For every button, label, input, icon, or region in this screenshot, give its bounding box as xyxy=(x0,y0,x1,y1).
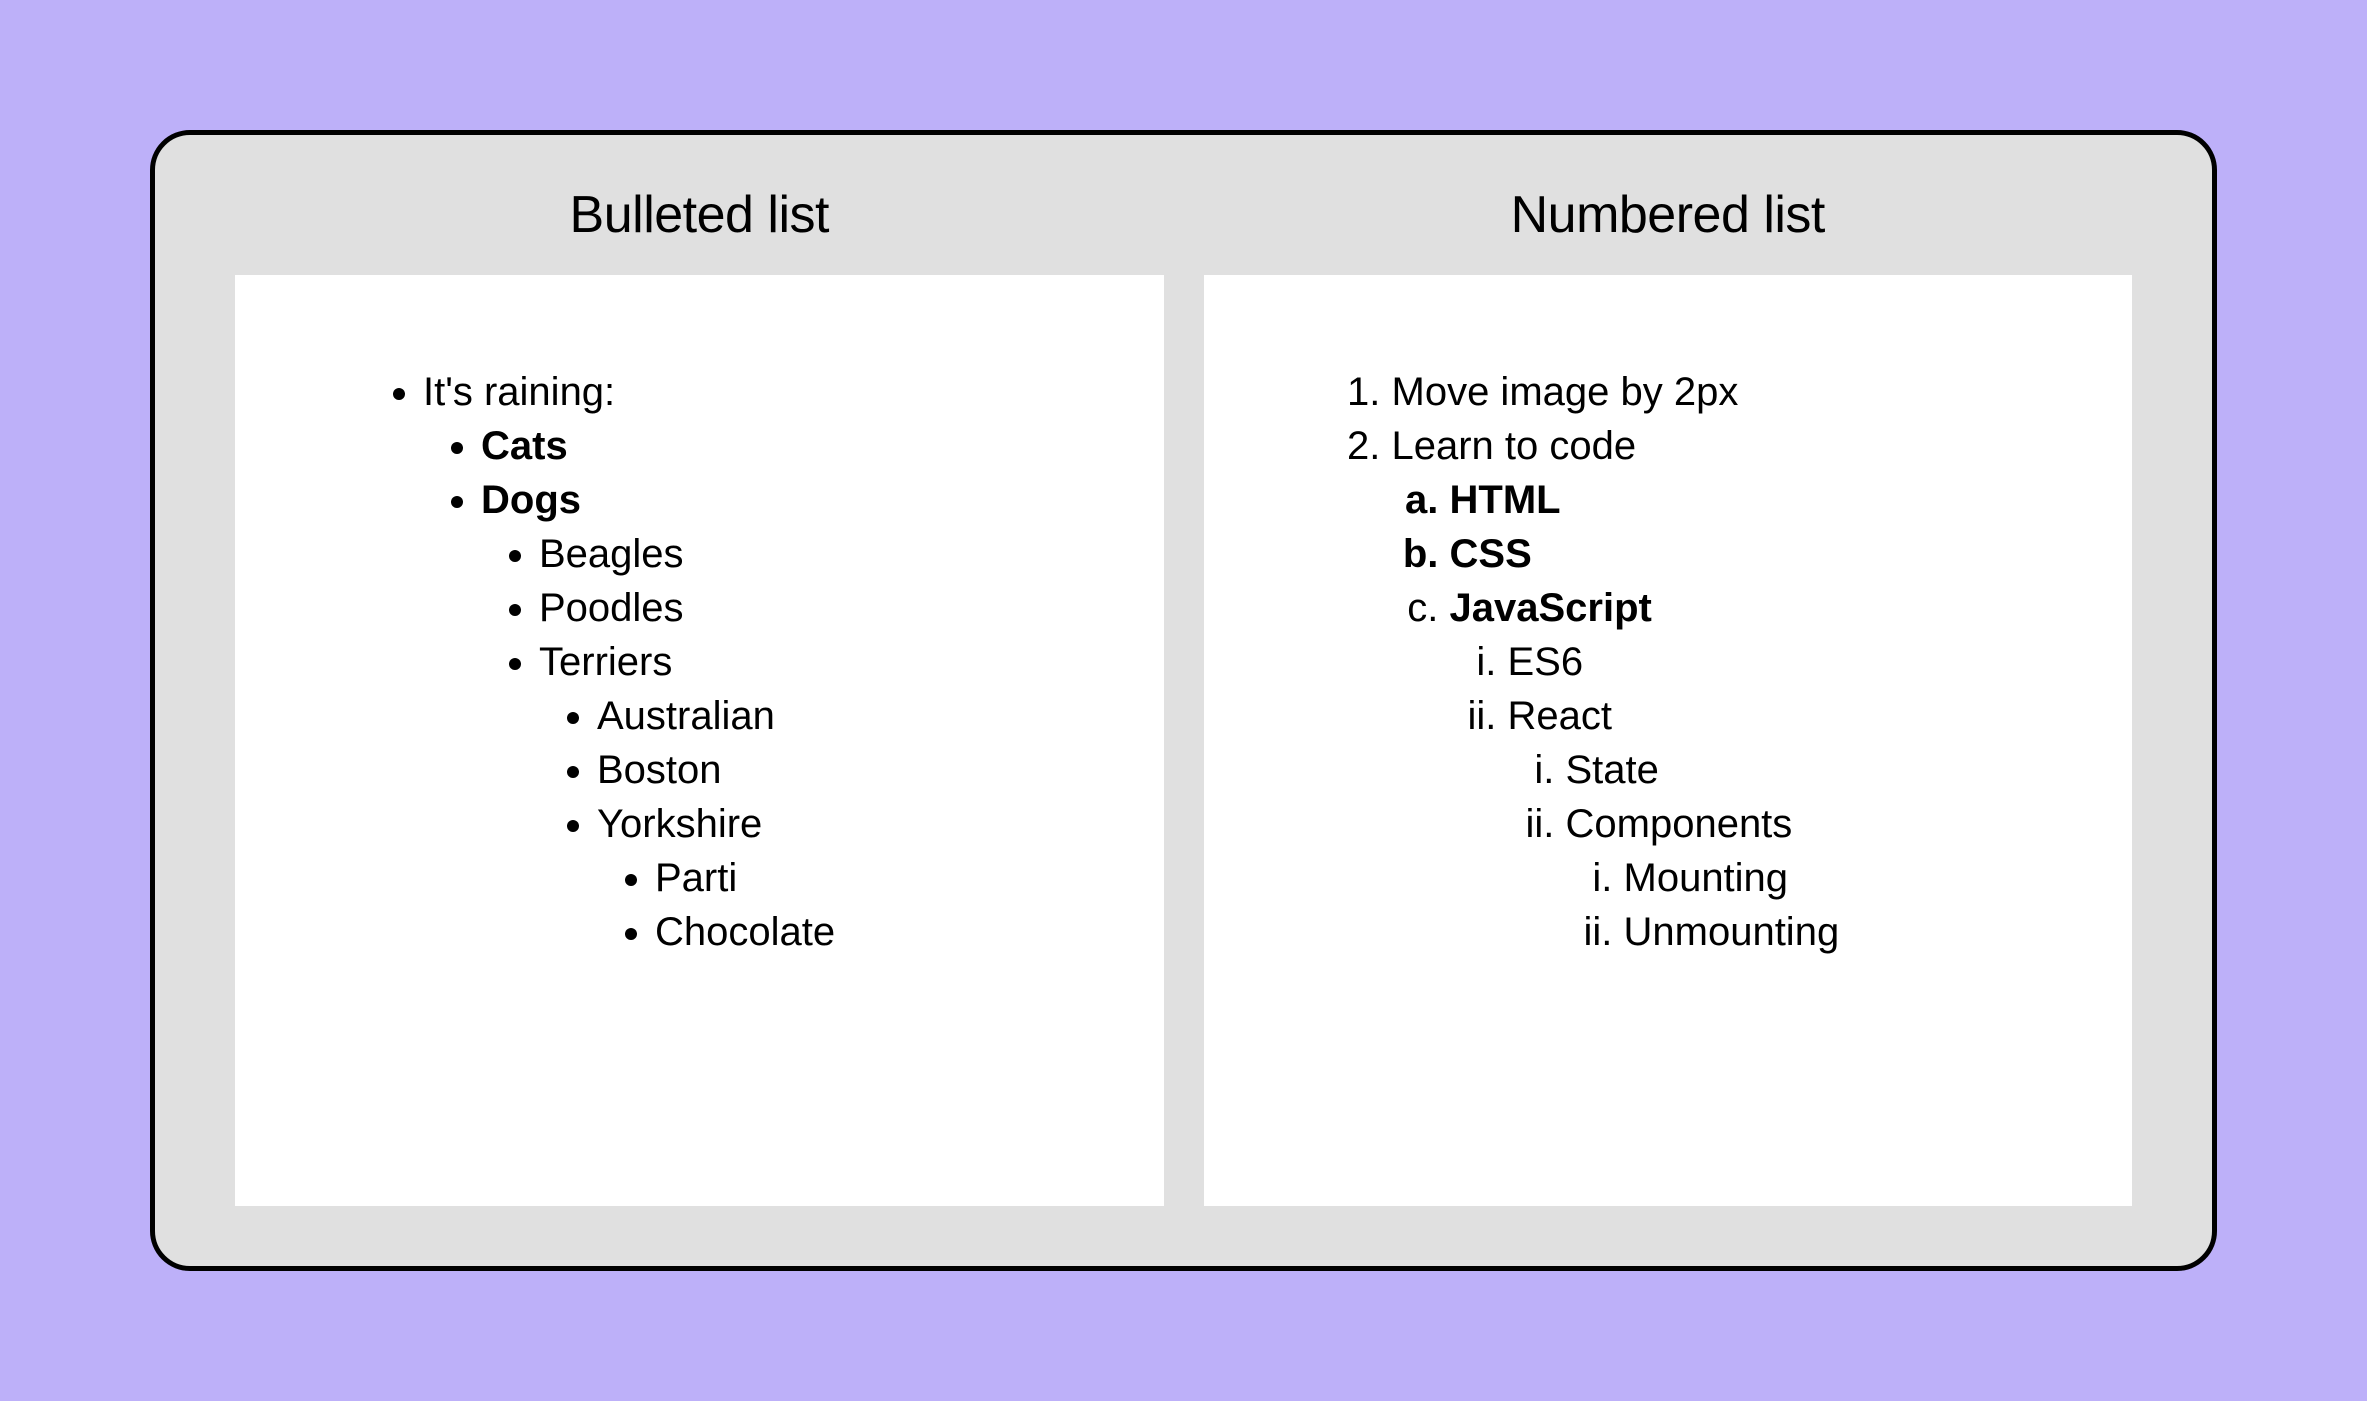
bulleted-heading: Bulleted list xyxy=(570,185,829,245)
bulleted-list: It's raining: Cats Dogs Beagles Poodles … xyxy=(375,365,1064,959)
list-item-text: CSS xyxy=(1450,532,1532,576)
list-item-text: Chocolate xyxy=(655,910,835,954)
list-item-text: Components xyxy=(1566,802,1793,846)
list-item-text: ES6 xyxy=(1508,640,1584,684)
list-item: Cats xyxy=(481,419,1064,473)
bulleted-card: It's raining: Cats Dogs Beagles Poodles … xyxy=(235,275,1164,1206)
numbered-heading: Numbered list xyxy=(1511,185,1825,245)
list-item: React State Components Mounting Unmounti… xyxy=(1508,689,2033,959)
list-item: HTML xyxy=(1450,473,2033,527)
list-item: Australian xyxy=(597,689,1064,743)
list-item-text: Cats xyxy=(481,424,568,468)
list-item: Beagles xyxy=(539,527,1064,581)
list-item: ES6 xyxy=(1508,635,2033,689)
list-item: JavaScript ES6 React State Components xyxy=(1450,581,2033,959)
numbered-list: Move image by 2px Learn to code HTML CSS… xyxy=(1344,365,2033,959)
list-item: Unmounting xyxy=(1624,905,2033,959)
list-item: Terriers Australian Boston Yorkshire Par… xyxy=(539,635,1064,959)
list-item-text: React xyxy=(1508,694,1613,738)
list-item-text: Learn to code xyxy=(1392,424,1637,468)
list-item: Boston xyxy=(597,743,1064,797)
list-item: It's raining: Cats Dogs Beagles Poodles … xyxy=(423,365,1064,959)
numbered-column: Numbered list Move image by 2px Learn to… xyxy=(1204,185,2133,1206)
list-item: Move image by 2px xyxy=(1392,365,2033,419)
list-item-text: Move image by 2px xyxy=(1392,370,1739,414)
list-item-text: Boston xyxy=(597,748,722,792)
list-item-text: Parti xyxy=(655,856,737,900)
list-item-text: Unmounting xyxy=(1624,910,1840,954)
list-item-text: Mounting xyxy=(1624,856,1789,900)
list-item-text: JavaScript xyxy=(1450,586,1652,630)
list-item: CSS xyxy=(1450,527,2033,581)
list-item: Components Mounting Unmounting xyxy=(1566,797,2033,959)
list-item-text: It's raining: xyxy=(423,370,615,414)
list-item: Parti xyxy=(655,851,1064,905)
example-frame: Bulleted list It's raining: Cats Dogs Be… xyxy=(150,130,2217,1271)
list-item: Mounting xyxy=(1624,851,2033,905)
numbered-card: Move image by 2px Learn to code HTML CSS… xyxy=(1204,275,2133,1206)
list-item-text: Dogs xyxy=(481,478,581,522)
list-item-text: Beagles xyxy=(539,532,684,576)
list-item: State xyxy=(1566,743,2033,797)
list-item-text: Terriers xyxy=(539,640,672,684)
list-item-text: Australian xyxy=(597,694,775,738)
list-item: Yorkshire Parti Chocolate xyxy=(597,797,1064,959)
list-item-text: Poodles xyxy=(539,586,684,630)
list-item-text: HTML xyxy=(1450,478,1561,522)
list-item-text: State xyxy=(1566,748,1659,792)
list-item-text: Yorkshire xyxy=(597,802,762,846)
bulleted-column: Bulleted list It's raining: Cats Dogs Be… xyxy=(235,185,1164,1206)
list-item: Learn to code HTML CSS JavaScript ES6 Re… xyxy=(1392,419,2033,959)
list-item: Chocolate xyxy=(655,905,1064,959)
list-item: Dogs Beagles Poodles Terriers Australian… xyxy=(481,473,1064,959)
list-item: Poodles xyxy=(539,581,1064,635)
